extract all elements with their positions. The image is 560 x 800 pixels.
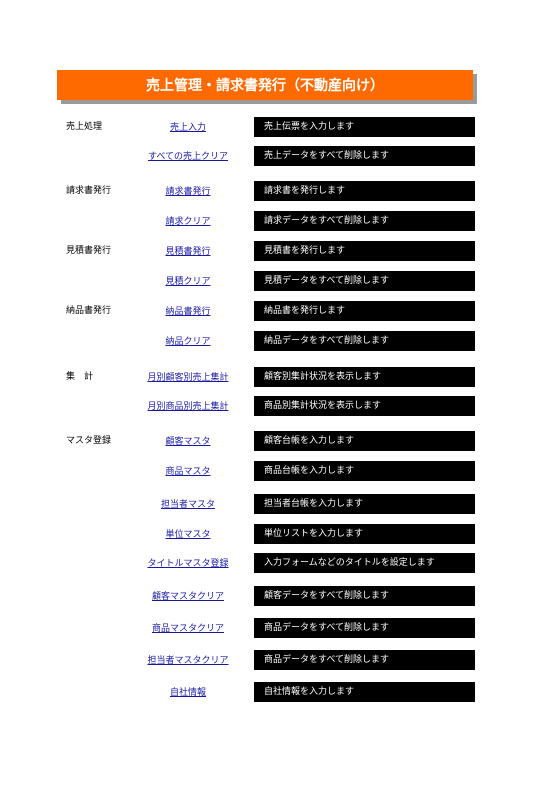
section-label: 納品書発行 xyxy=(66,306,112,316)
menu-row: 商品マスタクリア 商品データをすべて削除します xyxy=(0,618,560,638)
menu-description: 納品書を発行します xyxy=(254,301,475,321)
menu-description: 商品別集計状況を表示します xyxy=(254,396,475,416)
section-label: 売上処理 xyxy=(66,122,103,132)
menu-description: 商品データをすべて削除します xyxy=(254,650,475,670)
menu-link[interactable]: 単位マスタ xyxy=(133,527,243,540)
menu-row: 納品クリア 納品データをすべて削除します xyxy=(0,331,560,351)
menu-description: 見積書を発行します xyxy=(254,241,475,261)
menu-description: 単位リストを入力します xyxy=(254,524,475,544)
menu-link[interactable]: 自社情報 xyxy=(133,685,243,698)
section-label: 見積書発行 xyxy=(66,246,112,256)
menu-description: 顧客台帳を入力します xyxy=(254,431,475,451)
menu-description: 売上伝票を入力します xyxy=(254,117,475,137)
menu-row: 見積書発行 見積書発行 見積書を発行します xyxy=(0,241,560,261)
menu-description: 納品データをすべて削除します xyxy=(254,331,475,351)
menu-link[interactable]: 顧客マスタ xyxy=(133,434,243,447)
menu-row: 月別商品別売上集計 商品別集計状況を表示します xyxy=(0,396,560,416)
menu-link[interactable]: 見積書発行 xyxy=(133,244,243,257)
menu-link[interactable]: 請求書発行 xyxy=(133,184,243,197)
menu-description: 自社情報を入力します xyxy=(254,682,475,702)
menu-description: 売上データをすべて削除します xyxy=(254,146,475,166)
menu-row: マスタ登録 顧客マスタ 顧客台帳を入力します xyxy=(0,431,560,451)
menu-description: 入力フォームなどのタイトルを設定します xyxy=(254,553,475,573)
menu-row: 請求クリア 請求データをすべて削除します xyxy=(0,211,560,231)
menu-link[interactable]: 見積クリア xyxy=(133,274,243,287)
menu-row: 集 計 月別顧客別売上集計 顧客別集計状況を表示します xyxy=(0,367,560,387)
menu-link[interactable]: タイトルマスタ登録 xyxy=(133,556,243,569)
menu-link[interactable]: 売上入力 xyxy=(133,120,243,133)
menu-link[interactable]: 月別顧客別売上集計 xyxy=(133,370,243,383)
section-label: マスタ登録 xyxy=(66,436,112,446)
section-label: 請求書発行 xyxy=(66,186,112,196)
menu-row: 単位マスタ 単位リストを入力します xyxy=(0,524,560,544)
menu-description: 商品台帳を入力します xyxy=(254,461,475,481)
menu-list: 売上処理 売上入力 売上伝票を入力します すべての売上クリア 売上データをすべて… xyxy=(0,0,560,800)
menu-row: すべての売上クリア 売上データをすべて削除します xyxy=(0,146,560,166)
menu-description: 顧客データをすべて削除します xyxy=(254,586,475,606)
menu-link[interactable]: 担当者マスタ xyxy=(133,497,243,510)
menu-row: 担当者マスタ 担当者台帳を入力します xyxy=(0,494,560,514)
menu-description: 顧客別集計状況を表示します xyxy=(254,367,475,387)
menu-description: 請求データをすべて削除します xyxy=(254,211,475,231)
menu-row: 担当者マスタクリア 商品データをすべて削除します xyxy=(0,650,560,670)
menu-row: 請求書発行 請求書発行 請求書を発行します xyxy=(0,181,560,201)
menu-link[interactable]: 顧客マスタクリア xyxy=(133,589,243,602)
menu-row: 商品マスタ 商品台帳を入力します xyxy=(0,461,560,481)
menu-link[interactable]: 請求クリア xyxy=(133,214,243,227)
menu-row: 納品書発行 納品書発行 納品書を発行します xyxy=(0,301,560,321)
menu-description: 請求書を発行します xyxy=(254,181,475,201)
menu-row: 自社情報 自社情報を入力します xyxy=(0,682,560,702)
menu-link[interactable]: すべての売上クリア xyxy=(133,149,243,162)
section-label: 集 計 xyxy=(66,372,94,382)
menu-link[interactable]: 担当者マスタクリア xyxy=(133,653,243,666)
menu-link[interactable]: 納品クリア xyxy=(133,334,243,347)
menu-link[interactable]: 商品マスタ xyxy=(133,464,243,477)
menu-description: 商品データをすべて削除します xyxy=(254,618,475,638)
menu-description: 見積データをすべて削除します xyxy=(254,271,475,291)
menu-row: 売上処理 売上入力 売上伝票を入力します xyxy=(0,117,560,137)
menu-link[interactable]: 月別商品別売上集計 xyxy=(133,399,243,412)
menu-link[interactable]: 納品書発行 xyxy=(133,304,243,317)
menu-row: 見積クリア 見積データをすべて削除します xyxy=(0,271,560,291)
menu-description: 担当者台帳を入力します xyxy=(254,494,475,514)
menu-link[interactable]: 商品マスタクリア xyxy=(133,621,243,634)
menu-row: 顧客マスタクリア 顧客データをすべて削除します xyxy=(0,586,560,606)
menu-row: タイトルマスタ登録 入力フォームなどのタイトルを設定します xyxy=(0,553,560,573)
